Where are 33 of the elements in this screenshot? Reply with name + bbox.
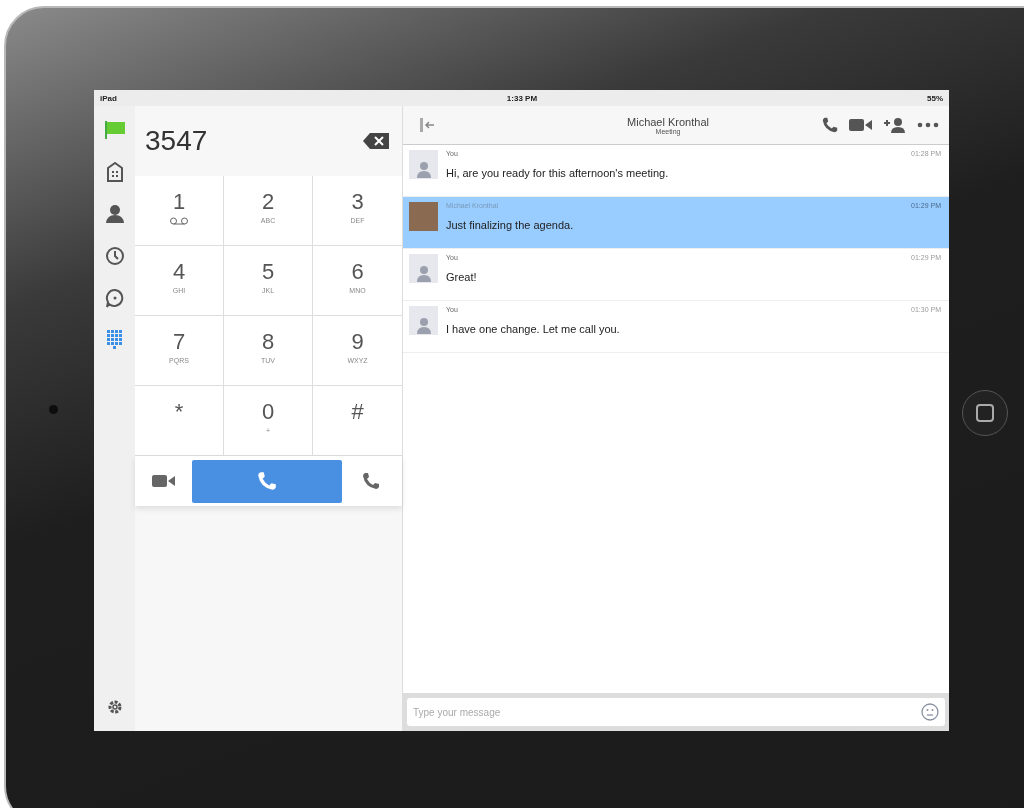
camera-dot xyxy=(49,405,58,414)
video-camera-icon xyxy=(849,118,873,132)
call-button[interactable] xyxy=(192,459,342,503)
message-text: Hi, are you ready for this afternoon's meeting. xyxy=(446,167,670,179)
message-text: I have one change. Let me call you. xyxy=(446,323,621,335)
dialed-number: 3547 xyxy=(145,125,208,157)
backspace-icon[interactable] xyxy=(362,132,390,150)
video-call-button[interactable] xyxy=(849,118,873,132)
phone-icon xyxy=(256,470,278,492)
photo-placeholder xyxy=(409,202,438,231)
smiley-icon[interactable] xyxy=(921,703,939,721)
message-text: Great! xyxy=(446,271,478,283)
collapse-panel-icon[interactable] xyxy=(419,117,435,133)
more-icon[interactable] xyxy=(917,122,939,128)
message-input[interactable]: Type your message xyxy=(407,698,945,726)
device-label: iPad xyxy=(100,93,117,103)
person-icon xyxy=(414,315,433,335)
dial-key[interactable]: * xyxy=(135,386,224,456)
dial-key[interactable]: 1 xyxy=(135,176,224,246)
add-person-icon[interactable] xyxy=(883,117,907,133)
voice-call-button[interactable] xyxy=(821,116,839,134)
message-text: Just finalizing the agenda. xyxy=(446,219,575,231)
voicemail-icon xyxy=(169,217,189,225)
phone-icon xyxy=(821,116,839,134)
person-icon xyxy=(414,263,433,283)
flag-icon[interactable] xyxy=(102,118,127,142)
battery-level: 55% xyxy=(927,93,943,103)
video-camera-icon xyxy=(151,474,176,488)
contact-name: Michael Kronthal xyxy=(627,115,709,128)
person-icon xyxy=(414,159,433,179)
home-button[interactable] xyxy=(962,390,1008,436)
phone-icon xyxy=(360,471,381,491)
status-time: 1:33 PM xyxy=(506,93,538,103)
